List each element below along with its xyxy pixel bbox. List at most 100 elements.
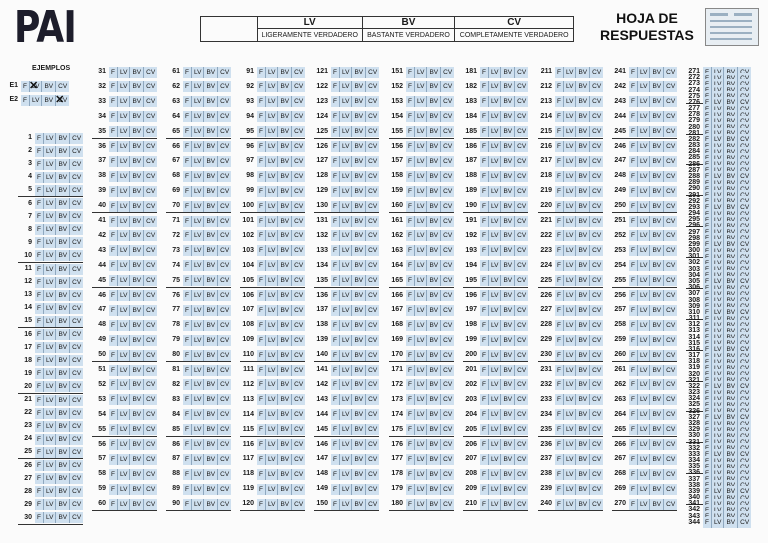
option-bv[interactable]: BV	[500, 81, 514, 93]
option-bv[interactable]: BV	[129, 424, 143, 436]
option-bv[interactable]: BV	[41, 80, 55, 92]
option-bv[interactable]: BV	[351, 290, 365, 301]
option-bv[interactable]: BV	[129, 349, 143, 361]
option-f[interactable]: F	[406, 394, 414, 405]
option-bv[interactable]: BV	[426, 498, 440, 510]
option-bv[interactable]: BV	[203, 334, 217, 346]
option-cv[interactable]: CV	[69, 420, 83, 432]
option-f[interactable]: F	[555, 409, 563, 420]
option-f[interactable]: F	[629, 320, 637, 331]
option-cv[interactable]: CV	[365, 66, 379, 78]
option-lv[interactable]: LV	[42, 329, 55, 340]
option-lv[interactable]: LV	[190, 230, 203, 242]
option-lv[interactable]: LV	[487, 483, 500, 495]
option-cv[interactable]: CV	[663, 319, 677, 331]
option-lv[interactable]: LV	[487, 498, 500, 510]
option-cv[interactable]: CV	[663, 96, 677, 108]
option-lv[interactable]: LV	[116, 483, 129, 495]
option-f[interactable]: F	[257, 201, 265, 212]
option-f[interactable]: F	[109, 409, 117, 420]
option-cv[interactable]: CV	[143, 96, 157, 108]
option-cv[interactable]: CV	[365, 185, 379, 197]
option-f[interactable]: F	[331, 409, 339, 420]
option-bv[interactable]: BV	[351, 215, 365, 227]
option-f[interactable]: F	[406, 260, 414, 271]
option-bv[interactable]: BV	[203, 379, 217, 391]
option-cv[interactable]: CV	[291, 215, 305, 227]
option-cv[interactable]: CV	[143, 185, 157, 197]
option-bv[interactable]: BV	[426, 275, 440, 287]
option-bv[interactable]: BV	[351, 200, 365, 212]
option-f[interactable]: F	[629, 141, 637, 152]
option-lv[interactable]: LV	[42, 486, 55, 498]
option-cv[interactable]: CV	[663, 304, 677, 316]
option-lv[interactable]: LV	[636, 185, 649, 197]
option-f[interactable]: F	[35, 172, 43, 183]
option-cv[interactable]: CV	[365, 349, 379, 361]
option-bv[interactable]: BV	[129, 468, 143, 480]
option-bv[interactable]: BV	[351, 81, 365, 93]
option-cv[interactable]: CV	[440, 424, 454, 436]
option-f[interactable]: F	[109, 484, 117, 495]
option-lv[interactable]: LV	[338, 483, 351, 495]
option-f[interactable]: F	[480, 469, 488, 480]
option-bv[interactable]: BV	[203, 245, 217, 257]
option-lv[interactable]: LV	[190, 394, 203, 406]
option-bv[interactable]: BV	[351, 409, 365, 421]
option-f[interactable]: F	[331, 81, 339, 92]
option-f[interactable]: F	[109, 320, 117, 331]
option-lv[interactable]: LV	[413, 230, 426, 242]
option-f[interactable]: F	[109, 141, 117, 152]
option-lv[interactable]: LV	[42, 512, 55, 524]
option-bv[interactable]: BV	[575, 275, 589, 287]
option-cv[interactable]: CV	[291, 260, 305, 272]
option-f[interactable]: F	[183, 171, 191, 182]
option-lv[interactable]: LV	[190, 349, 203, 361]
option-cv[interactable]: CV	[365, 111, 379, 123]
option-f[interactable]: F	[555, 275, 563, 286]
option-f[interactable]: F	[406, 335, 414, 346]
option-lv[interactable]: LV	[190, 81, 203, 93]
option-f[interactable]: F	[480, 439, 488, 450]
option-f[interactable]: F	[331, 290, 339, 301]
option-cv[interactable]: CV	[589, 498, 603, 510]
option-cv[interactable]: CV	[365, 215, 379, 227]
option-bv[interactable]: BV	[426, 215, 440, 227]
option-f[interactable]: F	[331, 186, 339, 197]
option-cv[interactable]: CV	[514, 498, 528, 510]
option-lv[interactable]: LV	[636, 319, 649, 331]
option-bv[interactable]: BV	[277, 215, 291, 227]
option-lv[interactable]: LV	[413, 319, 426, 331]
option-f[interactable]: F	[480, 156, 488, 167]
option-f[interactable]: F	[331, 141, 339, 152]
option-lv[interactable]: LV	[487, 260, 500, 272]
option-cv[interactable]: CV	[217, 141, 231, 152]
option-bv[interactable]: BV	[575, 334, 589, 346]
option-f[interactable]: F	[183, 469, 191, 480]
option-cv[interactable]: CV	[365, 245, 379, 257]
option-f[interactable]: F	[331, 67, 339, 78]
option-cv[interactable]: CV	[217, 290, 231, 301]
option-f[interactable]: F	[555, 379, 563, 390]
option-lv[interactable]: LV	[264, 111, 277, 123]
option-bv[interactable]: BV	[500, 170, 514, 182]
option-bv[interactable]: BV	[575, 290, 589, 301]
option-f[interactable]: F	[555, 394, 563, 405]
option-cv[interactable]: CV	[143, 394, 157, 406]
option-bv[interactable]: BV	[351, 260, 365, 272]
option-bv[interactable]: BV	[426, 334, 440, 346]
option-f[interactable]: F	[480, 245, 488, 256]
option-lv[interactable]: LV	[338, 185, 351, 197]
option-f[interactable]: F	[183, 186, 191, 197]
option-lv[interactable]: LV	[190, 200, 203, 212]
option-f[interactable]: F	[406, 305, 414, 316]
option-f[interactable]: F	[555, 439, 563, 450]
option-f[interactable]: F	[480, 424, 488, 435]
option-lv[interactable]: LV	[190, 409, 203, 421]
option-bv[interactable]: BV	[203, 215, 217, 227]
option-lv[interactable]: LV	[190, 379, 203, 391]
option-f[interactable]: F	[331, 439, 339, 450]
option-cv[interactable]: CV	[663, 439, 677, 450]
option-cv[interactable]: CV	[217, 185, 231, 197]
option-cv[interactable]: CV	[217, 498, 231, 510]
